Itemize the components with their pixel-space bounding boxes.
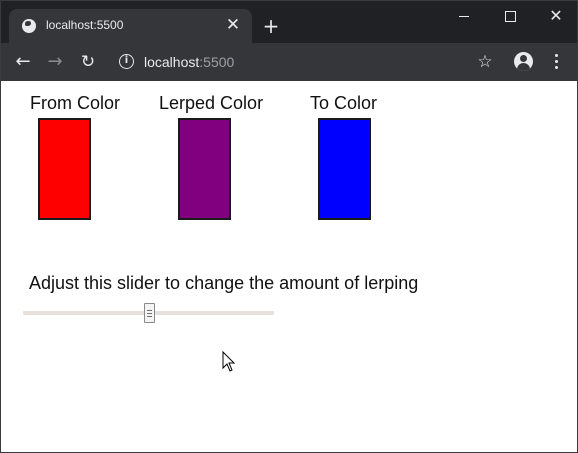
url-host: localhost [144,54,200,70]
browser-toolbar: ← → ↻ i localhost:5500 ☆ [1,43,577,81]
minimize-icon[interactable] [441,1,487,31]
reload-icon[interactable]: ↻ [76,50,100,74]
maximize-icon[interactable] [487,1,533,31]
slider-prompt: Adjust this slider to change the amount … [29,273,419,293]
mouse-cursor-icon [222,351,236,372]
info-icon[interactable]: i [119,54,134,69]
lerped-color-label: Lerped Color [159,93,264,113]
lerped-color-swatch [178,118,231,220]
back-arrow-icon[interactable]: ← [11,50,35,74]
title-bar: localhost:5500 ✕ + ✕ [1,1,577,43]
star-icon[interactable]: ☆ [474,51,496,73]
slider-thumb[interactable] [143,303,155,323]
window-close-icon[interactable]: ✕ [533,1,577,31]
forward-arrow-icon[interactable]: → [43,50,67,74]
account-icon[interactable] [514,52,533,71]
close-icon[interactable]: ✕ [222,14,244,36]
page-content: From Color Lerped Color To Color Adjust … [1,81,577,452]
to-color-swatch [318,118,371,220]
address-bar[interactable]: localhost:5500 [144,54,234,70]
tab-title: localhost:5500 [46,18,124,32]
browser-window: localhost:5500 ✕ + ✕ ← → ↻ i localhost:5… [0,0,578,453]
lerp-slider[interactable] [23,303,274,323]
globe-icon [22,19,36,33]
from-color-swatch [38,118,91,220]
more-menu-icon[interactable] [547,51,567,73]
to-color-label: To Color [310,93,378,113]
browser-tab[interactable]: localhost:5500 ✕ [9,9,252,43]
plus-icon[interactable]: + [259,14,283,38]
url-port: :5500 [199,54,235,70]
from-color-label: From Color [30,93,121,113]
